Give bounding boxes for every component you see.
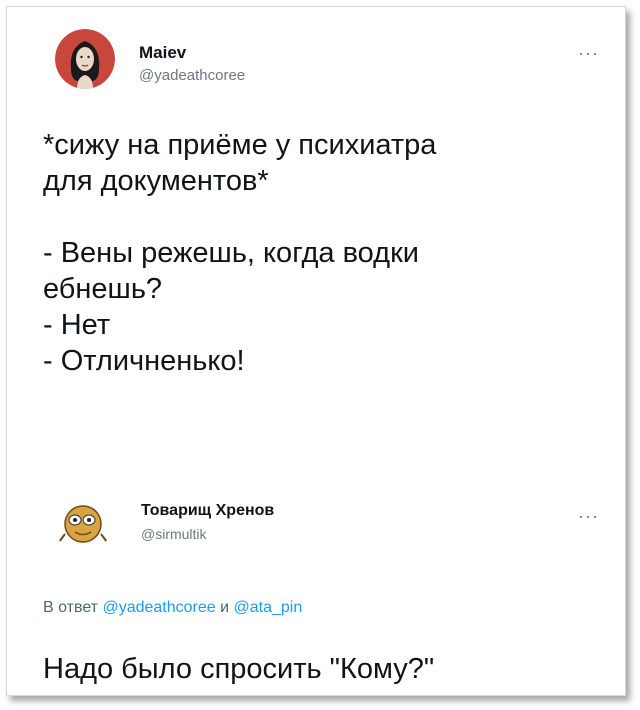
reply-conjunction: и [220,599,230,616]
reply-more-icon[interactable]: ··· [578,506,599,527]
author-name[interactable]: Maiev [139,43,186,63]
author-handle[interactable]: @yadeathcoree [139,67,245,84]
tweet-text-line: - Отличненько! [43,345,245,377]
tweet-text-line: *сижу на приёме у психиатра [43,129,437,161]
author-avatar[interactable] [55,29,115,89]
tweet-text-line: - Вены режешь, когда водки [43,237,419,269]
reply-avatar-icon [53,492,113,552]
tweet-text-line: - Нет [43,309,111,341]
tweet-header: Maiev @yadeathcoree ··· [47,29,609,89]
reply-context: В ответ @yadeathcoree и @ata_pin [43,599,302,617]
reply-avatar[interactable] [53,492,113,552]
mention-link[interactable]: @yadeathcoree [102,599,215,616]
reply-text: Надо было спросить "Кому?" [43,653,435,685]
tweet-text: *сижу на приёме у психиатра для документ… [43,127,603,379]
reply-author-name[interactable]: Товарищ Хренов [141,502,274,520]
tweet-text-line: для документов* [43,165,269,197]
tweet-more-icon[interactable]: ··· [578,43,599,64]
tweet-card: Maiev @yadeathcoree ··· *сижу на приёме … [6,6,626,696]
tweet-text-line [43,199,603,235]
author-avatar-icon [55,29,115,89]
reply-header: Товарищ Хренов @sirmultik ··· [47,492,609,552]
reply-prefix: В ответ [43,599,99,616]
mention-link[interactable]: @ata_pin [234,599,303,616]
tweet-text-line: ебнешь? [43,273,163,305]
reply-author-handle[interactable]: @sirmultik [141,526,207,542]
